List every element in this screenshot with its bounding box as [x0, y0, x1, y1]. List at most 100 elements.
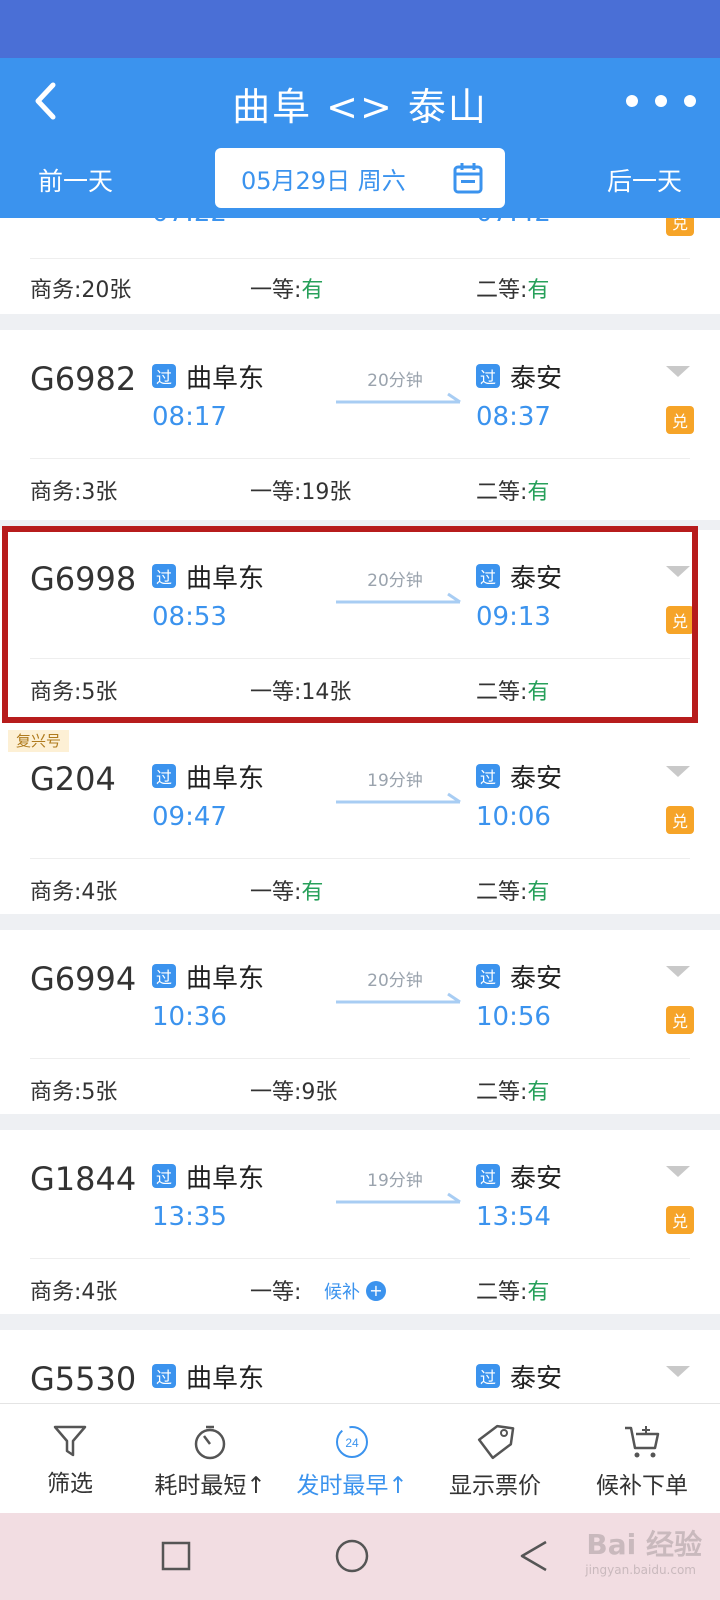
train-card[interactable]: 07:22 07:42 兑 商务:20张 一等:有 二等:有	[0, 218, 720, 314]
pass-badge: 过	[152, 964, 176, 988]
pass-badge: 过	[476, 1164, 500, 1188]
seat-business: 商务:20张	[30, 278, 132, 303]
direction-arrow-icon	[336, 792, 461, 804]
seat-second: 二等:有	[476, 880, 550, 905]
sort-earliest-label: 发时最早↑	[296, 1473, 408, 1499]
from-station: 曲阜东	[186, 1164, 265, 1194]
train-number: G1844	[30, 1160, 137, 1198]
to-station: 泰安	[510, 764, 563, 794]
status-bar	[0, 0, 720, 58]
waitlist-order-label: 候补下单	[596, 1473, 688, 1499]
seat-business: 商务:5张	[30, 1080, 118, 1105]
next-day-button[interactable]: 后一天	[607, 162, 682, 198]
more-options-button[interactable]	[626, 84, 696, 118]
pass-badge: 过	[152, 364, 176, 388]
to-station: 泰安	[510, 964, 563, 994]
stopwatch-icon	[194, 1425, 226, 1460]
redeem-badge: 兑	[666, 806, 694, 834]
pass-badge: 过	[476, 364, 500, 388]
price-tag-icon	[477, 1424, 515, 1460]
seat-second: 二等:有	[476, 1080, 550, 1105]
train-card[interactable]: G6982 过 曲阜东 20分钟 过 泰安 08:17 08:37 兑 商务:3…	[0, 330, 720, 520]
prev-day-button[interactable]: 前一天	[38, 162, 113, 198]
recents-square-icon[interactable]	[160, 1540, 192, 1572]
date-picker[interactable]: 05月29日 周六	[215, 148, 505, 208]
to-station: 泰安	[510, 364, 563, 394]
calendar-icon	[453, 163, 483, 194]
watermark-url: jingyan.baidu.com	[585, 1563, 696, 1577]
date-bar: 前一天 05月29日 周六 后一天	[0, 148, 720, 218]
seat-second: 二等:有	[476, 1280, 550, 1305]
seat-first-label: 一等:	[250, 1280, 302, 1305]
sort-shortest-button[interactable]: 耗时最短↑	[150, 1404, 270, 1514]
highlight-box	[2, 526, 698, 723]
divider	[30, 258, 690, 259]
filter-label: 筛选	[47, 1471, 93, 1497]
sort-shortest-label: 耗时最短↑	[154, 1473, 266, 1499]
cart-plus-icon	[625, 1426, 660, 1458]
redeem-badge: 兑	[666, 1006, 694, 1034]
nav-bar: 曲阜 <> 泰山	[0, 58, 720, 148]
watermark-logo: Bai 经验	[586, 1528, 702, 1561]
train-number: G5530	[30, 1360, 137, 1398]
to-station: 泰安	[510, 1164, 563, 1194]
waitlist-button[interactable]: 候补 +	[324, 1278, 386, 1304]
pass-badge: 过	[476, 1364, 500, 1388]
back-triangle-icon[interactable]	[518, 1539, 550, 1573]
seat-second: 二等:有	[476, 480, 550, 505]
pass-badge: 过	[152, 1164, 176, 1188]
seat-first: 一等:9张	[250, 1080, 338, 1105]
clock-24-icon: 24	[336, 1426, 368, 1458]
train-number: G6982	[30, 360, 137, 398]
chevron-down-icon[interactable]	[666, 1166, 690, 1177]
redeem-badge: 兑	[666, 218, 694, 236]
bottom-toolbar: 筛选 耗时最短↑ 24 发时最早↑ 显示票价 候补下单	[0, 1403, 720, 1513]
divider	[30, 1058, 690, 1059]
page-title: 曲阜 <> 泰山	[232, 85, 488, 129]
redeem-badge: 兑	[666, 406, 694, 434]
redeem-badge: 兑	[666, 1206, 694, 1234]
train-card[interactable]: 复兴号 G204 过 曲阜东 19分钟 过 泰安 09:47 10:06 兑 商…	[0, 730, 720, 914]
from-station: 曲阜东	[186, 764, 265, 794]
train-card[interactable]: G6994 过 曲阜东 20分钟 过 泰安 10:36 10:56 兑 商务:5…	[0, 930, 720, 1114]
system-nav-bar: Bai 经验 jingyan.baidu.com	[0, 1513, 720, 1600]
more-dot-icon	[626, 95, 638, 107]
chevron-down-icon[interactable]	[666, 366, 690, 377]
to-station: 泰安	[510, 1364, 563, 1394]
from-station: 曲阜东	[186, 1364, 265, 1394]
more-dot-icon	[655, 95, 667, 107]
chevron-down-icon[interactable]	[666, 766, 690, 777]
filter-button[interactable]: 筛选	[20, 1404, 120, 1514]
show-price-button[interactable]: 显示票价	[440, 1404, 550, 1514]
departure-time: 10:36	[152, 1002, 227, 1032]
divider	[30, 858, 690, 859]
arrival-time: 08:37	[476, 402, 551, 432]
from-station: 曲阜东	[186, 364, 265, 394]
duration: 19分钟	[367, 771, 423, 791]
waitlist-order-button[interactable]: 候补下单	[582, 1404, 702, 1514]
chevron-down-icon[interactable]	[666, 1366, 690, 1377]
departure-time: 13:35	[152, 1202, 227, 1232]
train-list[interactable]: 07:22 07:42 兑 商务:20张 一等:有 二等:有 G6982 过 曲…	[0, 218, 720, 1403]
seat-business: 商务:3张	[30, 480, 118, 505]
departure-time: 09:47	[152, 802, 227, 832]
divider	[30, 1258, 690, 1259]
pass-badge: 过	[152, 1364, 176, 1388]
train-card[interactable]: G1844 过 曲阜东 19分钟 过 泰安 13:35 13:54 兑 商务:4…	[0, 1130, 720, 1314]
pass-badge: 过	[152, 764, 176, 788]
train-card[interactable]: G5530 过 曲阜东 过 泰安	[0, 1330, 720, 1403]
seat-second: 二等:有	[476, 278, 550, 303]
seat-business: 商务:4张	[30, 1280, 118, 1305]
divider	[30, 458, 690, 459]
pass-badge: 过	[476, 964, 500, 988]
seat-first: 一等:有	[250, 880, 324, 905]
pass-badge: 过	[476, 764, 500, 788]
arrival-time: 10:06	[476, 802, 551, 832]
svg-text:24: 24	[345, 1436, 359, 1450]
duration: 20分钟	[367, 971, 423, 991]
arrival-time: 10:56	[476, 1002, 551, 1032]
home-circle-icon[interactable]	[334, 1538, 370, 1574]
fuxing-tag: 复兴号	[8, 730, 70, 752]
sort-earliest-button[interactable]: 24 发时最早↑	[292, 1404, 412, 1514]
chevron-down-icon[interactable]	[666, 966, 690, 977]
